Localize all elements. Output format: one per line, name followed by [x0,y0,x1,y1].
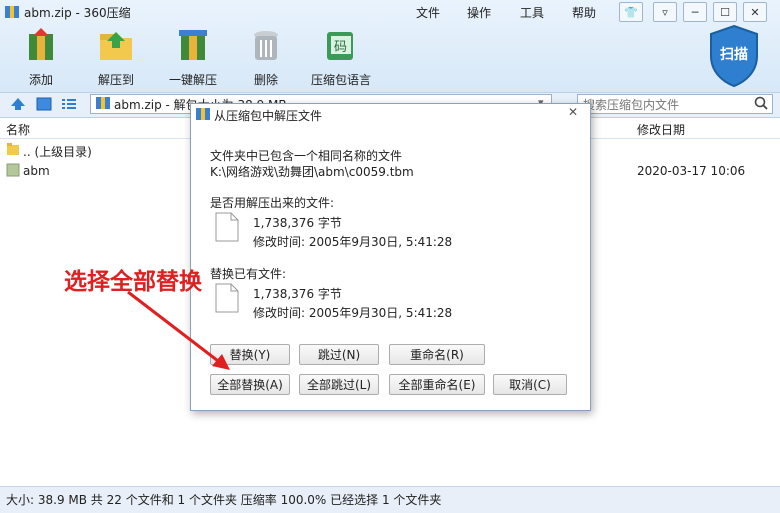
search-placeholder: 搜索压缩包内文件 [583,98,680,112]
menu-help[interactable]: 帮助 [572,4,596,21]
new-file-label: 是否用解压出来的文件: [210,196,335,210]
delete-button[interactable]: 删除 [231,28,301,88]
existing-file-time: 修改时间: 2005年9月30日, 5:41:28 [253,306,453,320]
close-button[interactable]: ✕ [743,2,767,22]
cancel-button[interactable]: 取消(C) [493,374,567,395]
existing-file-label: 替换已有文件: [210,267,287,281]
rename-button[interactable]: 重命名(R) [389,344,485,365]
skip-all-button[interactable]: 全部跳过(L) [299,374,379,395]
status-text: 大小: 38.9 MB 共 22 个文件和 1 个文件夹 压缩率 100.0% … [6,493,442,507]
dialog-message: 文件夹中已包含一个相同名称的文件 [210,149,403,163]
app-icon [5,6,19,18]
list-view-icon[interactable] [61,96,77,112]
file-name: .. (上级目录) [23,145,92,159]
thumbnail-view-icon[interactable] [36,96,52,112]
dialog-path: K:\网络游戏\劲舞团\abm\c0059.tbm [210,165,414,179]
column-modified[interactable]: 修改日期 [637,121,685,138]
trash-icon [254,31,278,60]
extract-to-button[interactable]: 解压到 [81,28,151,88]
folder-icon [6,163,20,177]
new-file-time: 修改时间: 2005年9月30日, 5:41:28 [253,235,453,249]
one-click-extract-icon [179,30,207,60]
one-click-extract-button[interactable]: 一键解压 [158,28,228,88]
rename-all-button[interactable]: 全部重命名(E) [389,374,485,395]
extract-to-label: 解压到 [97,73,134,87]
file-icon [215,283,239,313]
dialog-icon [196,108,210,120]
minimize-button[interactable]: ─ [683,2,707,22]
one-click-extract-label: 一键解压 [168,73,217,87]
skin-icon[interactable]: 👕 [619,2,643,22]
add-button[interactable]: 添加 [6,28,76,88]
file-icon [215,212,239,242]
replace-button[interactable]: 替换(Y) [210,344,290,365]
delete-label: 删除 [253,73,278,87]
file-modified: 2020-03-17 10:06 [637,164,746,178]
menu-file[interactable]: 文件 [416,4,440,21]
zip-file-icon [96,97,110,109]
menu-icon[interactable]: ▿ [653,2,677,22]
window-title: abm.zip - 360压缩 [24,6,131,20]
replace-all-button[interactable]: 全部替换(A) [210,374,290,395]
extract-folder-icon [100,32,132,60]
dialog-close-icon[interactable]: ✕ [566,105,580,119]
file-name: abm [23,164,50,178]
dialog-title: 从压缩包中解压文件 [214,109,323,123]
scan-label: 扫描 [720,47,748,63]
up-arrow-icon[interactable] [10,96,26,112]
new-file-size: 1,738,376 字节 [253,216,342,230]
add-label: 添加 [28,73,53,87]
column-name[interactable]: 名称 [6,121,30,138]
maximize-button[interactable]: ☐ [713,2,737,22]
existing-file-size: 1,738,376 字节 [253,287,342,301]
menu-tools[interactable]: 工具 [520,4,544,21]
svg-text:码: 码 [334,40,347,55]
annotation-text: 选择全部替换 [64,269,202,295]
add-icon [29,28,53,60]
skip-button[interactable]: 跳过(N) [299,344,379,365]
folder-icon [7,143,19,155]
search-icon[interactable] [754,96,768,110]
archive-language-icon: 码 [327,32,353,60]
menu-operation[interactable]: 操作 [467,4,491,21]
archive-language-label: 压缩包语言 [310,73,371,87]
archive-language-button[interactable]: 码 压缩包语言 [306,28,376,88]
